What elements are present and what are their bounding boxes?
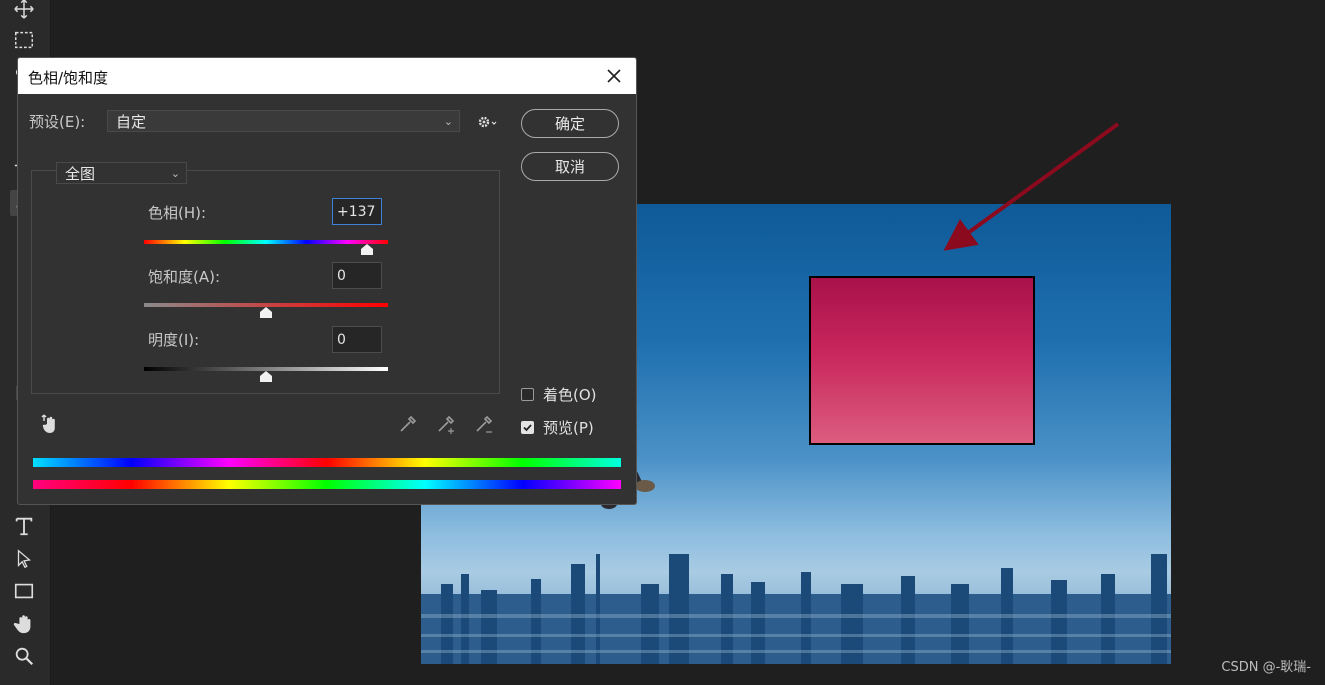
close-icon — [607, 69, 621, 83]
channel-value: 全图 — [65, 165, 96, 183]
adjustment-group — [31, 170, 500, 394]
city-skyline-image — [421, 554, 1171, 664]
ok-button[interactable]: 确定 — [521, 109, 619, 138]
eyedropper-minus-icon — [476, 415, 493, 433]
rectangle-icon — [14, 583, 34, 599]
zoom-icon — [15, 647, 34, 666]
subtract-from-sample-button[interactable] — [473, 413, 495, 435]
add-to-sample-button[interactable] — [435, 413, 457, 435]
colorize-checkbox[interactable] — [521, 388, 534, 401]
lightness-input[interactable]: 0 — [332, 326, 382, 353]
chevron-down-icon: ⌄ — [170, 167, 180, 180]
saturation-input[interactable]: 0 — [332, 262, 382, 289]
rectangle-tool[interactable] — [10, 578, 38, 604]
colorize-label: 着色(O) — [543, 386, 597, 404]
marquee-tool[interactable] — [10, 27, 38, 53]
path-select-tool[interactable] — [10, 546, 38, 572]
checkmark-icon — [523, 424, 532, 432]
hand-icon — [13, 615, 31, 634]
dialog-title: 色相/饱和度 — [28, 69, 109, 87]
dialog-titlebar[interactable]: 色相/饱和度 — [18, 58, 636, 94]
pointing-hand-icon — [41, 414, 55, 433]
text-tool[interactable] — [10, 513, 38, 539]
preset-label: 预设(E): — [29, 113, 86, 131]
move-tool[interactable] — [10, 0, 38, 22]
zoom-tool[interactable] — [10, 643, 38, 669]
text-icon — [15, 517, 33, 536]
cancel-button[interactable]: 取消 — [521, 152, 619, 181]
hand-tool[interactable] — [10, 611, 38, 637]
eyedropper-button[interactable] — [397, 413, 419, 435]
watermark-text: CSDN @-耿瑞- — [1221, 660, 1311, 675]
targeted-adjustment-tool[interactable] — [38, 411, 62, 435]
preset-dropdown[interactable]: 自定 ⌄ — [107, 110, 460, 132]
marquee-icon — [15, 31, 33, 49]
preset-options-button[interactable] — [476, 113, 498, 131]
path-select-icon — [17, 549, 31, 569]
channel-dropdown[interactable]: 全图 ⌄ — [56, 162, 187, 184]
chevron-down-icon: ⌄ — [443, 115, 453, 128]
hue-slider-track[interactable] — [144, 240, 388, 244]
hue-label: 色相(H): — [148, 204, 207, 222]
hue-input[interactable]: +137 — [332, 198, 382, 225]
eyedropper-icon — [400, 415, 417, 432]
preview-checkbox[interactable] — [521, 421, 534, 434]
close-button[interactable] — [600, 62, 628, 90]
selected-region[interactable] — [809, 276, 1035, 445]
saturation-label: 饱和度(A): — [148, 268, 221, 286]
adjusted-color-bar — [33, 458, 621, 467]
eyedropper-plus-icon — [438, 415, 455, 434]
preset-value: 自定 — [116, 113, 147, 131]
move-icon — [14, 0, 34, 19]
gear-icon — [478, 116, 497, 128]
input-color-bar — [33, 480, 621, 489]
lightness-label: 明度(I): — [148, 331, 200, 349]
hue-saturation-dialog: 色相/饱和度 预设(E): 自定 ⌄ 确定 取消 全图 ⌄ 色相(H): +13… — [17, 57, 637, 505]
preview-label: 预览(P) — [543, 419, 594, 437]
